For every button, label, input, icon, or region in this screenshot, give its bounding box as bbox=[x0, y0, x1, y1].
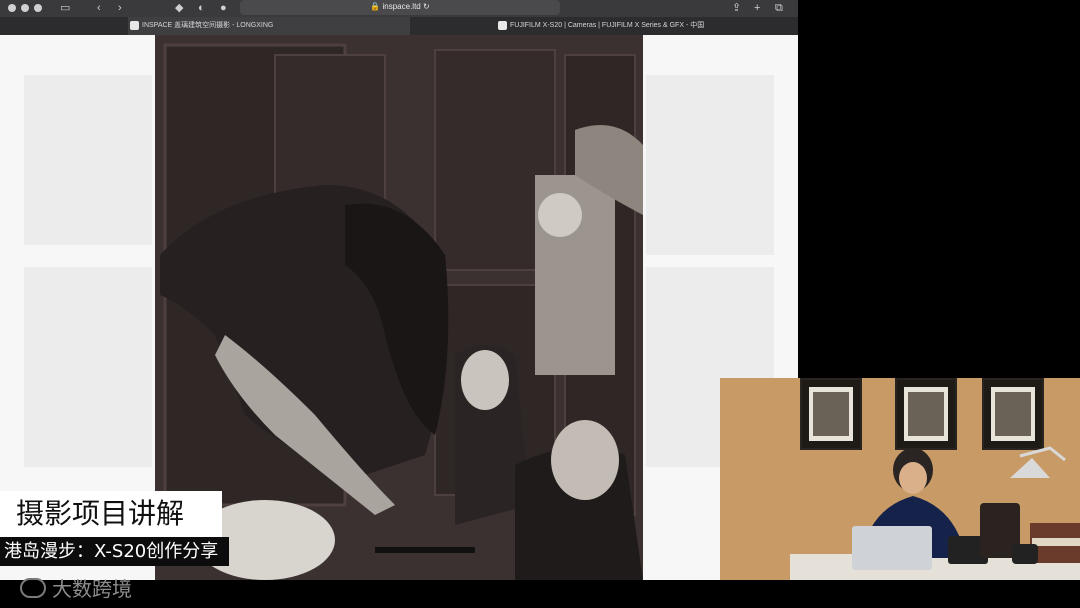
collage-photo-illustration bbox=[155, 35, 643, 580]
privacy-icon[interactable]: ◐ bbox=[198, 1, 205, 15]
browser-toolbar: ▭ ‹ › ◆ ◐ ● 🔒 inspace.ltd ↻ ⇪ + ⧉ bbox=[0, 0, 798, 17]
channel-watermark: 大数跨境 bbox=[20, 576, 132, 602]
extension-icon[interactable]: ● bbox=[220, 1, 227, 15]
favicon-icon bbox=[498, 21, 507, 30]
featured-photo[interactable] bbox=[155, 35, 643, 580]
presenter-video bbox=[720, 378, 1080, 580]
lock-icon: 🔒 bbox=[370, 2, 381, 11]
tab-bar: INSPACE 盖璃建筑空间摄影 - LONGXING FUJIFILM X-S… bbox=[0, 17, 798, 35]
minimize-window-icon[interactable] bbox=[21, 4, 29, 12]
tab-inspace[interactable]: INSPACE 盖璃建筑空间摄影 - LONGXING bbox=[128, 17, 410, 35]
tab-label: INSPACE 盖璃建筑空间摄影 - LONGXING bbox=[142, 22, 274, 29]
address-text: inspace.ltd bbox=[382, 2, 421, 11]
back-icon[interactable]: ‹ bbox=[97, 1, 101, 15]
share-icon[interactable]: ⇪ bbox=[732, 1, 741, 15]
presenter-scene-illustration bbox=[790, 446, 1080, 580]
address-bar[interactable]: 🔒 inspace.ltd ↻ bbox=[240, 0, 560, 15]
lesson-subtitle: 港岛漫步：X-S20创作分享 bbox=[0, 537, 229, 566]
close-window-icon[interactable] bbox=[8, 4, 16, 12]
gallery-thumbnail[interactable] bbox=[24, 75, 152, 245]
lesson-title: 摄影项目讲解 bbox=[0, 491, 222, 537]
reload-icon[interactable]: ↻ bbox=[423, 2, 430, 11]
shield-icon[interactable]: ◆ bbox=[175, 1, 183, 15]
tabs-overview-icon[interactable]: ⧉ bbox=[775, 1, 783, 15]
forward-icon[interactable]: › bbox=[118, 1, 122, 15]
sidebar-icon[interactable]: ▭ bbox=[60, 1, 70, 15]
watermark-logo-icon bbox=[20, 578, 46, 598]
tab-label: FUJIFILM X-S20 | Cameras | FUJIFILM X Se… bbox=[510, 22, 705, 29]
gallery-thumbnail[interactable] bbox=[24, 267, 152, 467]
gallery-thumbnail[interactable] bbox=[646, 75, 774, 255]
zoom-window-icon[interactable] bbox=[34, 4, 42, 12]
tab-fujifilm[interactable]: FUJIFILM X-S20 | Cameras | FUJIFILM X Se… bbox=[496, 17, 798, 35]
watermark-text: 大数跨境 bbox=[52, 577, 132, 601]
favicon-icon bbox=[130, 21, 139, 30]
new-tab-icon[interactable]: + bbox=[754, 1, 760, 15]
